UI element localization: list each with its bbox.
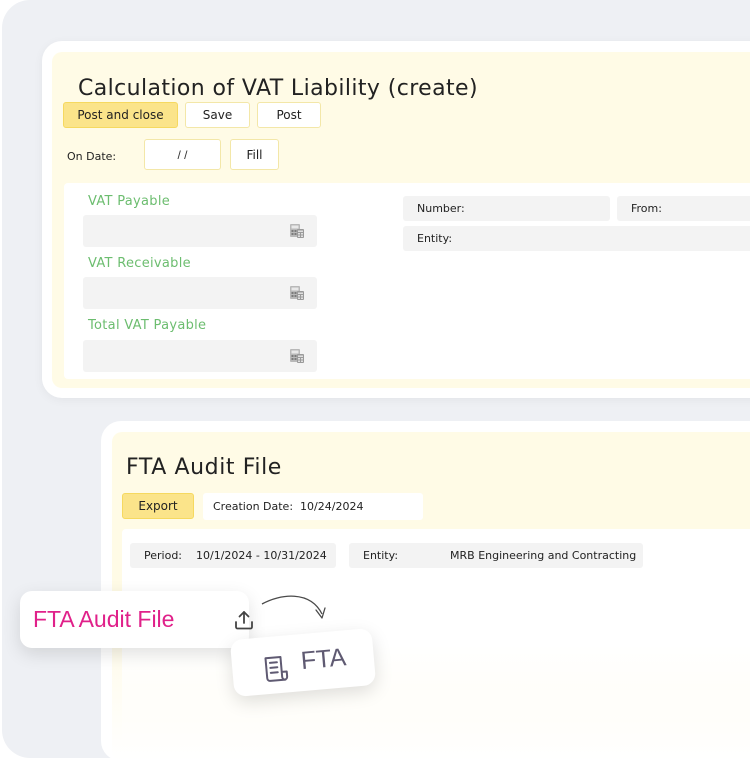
post-and-close-button[interactable]: Post and close bbox=[63, 102, 178, 128]
calculator-icon[interactable] bbox=[289, 285, 305, 301]
on-date-label: On Date: bbox=[67, 150, 117, 163]
fta-audit-file-chip[interactable]: FTA Audit File bbox=[20, 591, 253, 648]
upload-icon[interactable] bbox=[232, 608, 256, 632]
calculator-icon[interactable] bbox=[289, 223, 305, 239]
vat-payable-label: VAT Payable bbox=[88, 194, 171, 209]
fta-chip-label: FTA bbox=[299, 643, 348, 676]
vat-receivable-label: VAT Receivable bbox=[88, 256, 191, 271]
audit-entity-value: MRB Engineering and Contracting bbox=[450, 549, 637, 562]
post-button[interactable]: Post bbox=[257, 102, 321, 128]
period-label: Period: bbox=[144, 549, 183, 562]
number-label: Number: bbox=[417, 202, 465, 215]
vat-form-body: VAT Payable VAT Receivable Total VAT Pay… bbox=[64, 183, 750, 379]
save-button[interactable]: Save bbox=[185, 102, 250, 128]
audit-page-title: FTA Audit File bbox=[126, 455, 282, 480]
audit-entity-label: Entity: bbox=[363, 549, 399, 562]
on-date-input[interactable]: / / bbox=[144, 139, 221, 170]
curved-arrow-icon bbox=[261, 595, 326, 619]
entity-label: Entity: bbox=[417, 232, 453, 245]
vat-liability-window: Calculation of VAT Liability (create) Po… bbox=[42, 41, 750, 398]
creation-date-field[interactable]: Creation Date: 10/24/2024 bbox=[203, 493, 423, 520]
total-vat-payable-field[interactable] bbox=[83, 340, 317, 372]
entity-field[interactable]: Entity: bbox=[403, 226, 750, 251]
export-button[interactable]: Export bbox=[122, 493, 194, 519]
audit-entity-field[interactable]: Entity: MRB Engineering and Contracting bbox=[349, 543, 643, 568]
period-value: 10/1/2024 - 10/31/2024 bbox=[196, 549, 327, 562]
creation-date-label: Creation Date: bbox=[213, 500, 294, 513]
vat-liability-form: Calculation of VAT Liability (create) Po… bbox=[52, 52, 750, 388]
fta-audit-file-chip-label: FTA Audit File bbox=[33, 606, 175, 632]
from-label: From: bbox=[631, 202, 662, 215]
creation-date-value: 10/24/2024 bbox=[300, 500, 364, 513]
total-vat-payable-label: Total VAT Payable bbox=[88, 318, 207, 333]
from-field[interactable]: From: bbox=[617, 196, 750, 221]
page-title: Calculation of VAT Liability (create) bbox=[78, 76, 478, 101]
vat-receivable-field[interactable] bbox=[83, 277, 317, 309]
document-icon bbox=[264, 655, 289, 682]
vat-payable-field[interactable] bbox=[83, 215, 317, 247]
number-field[interactable]: Number: bbox=[403, 196, 610, 221]
calculator-icon[interactable] bbox=[289, 348, 305, 364]
period-field[interactable]: Period: 10/1/2024 - 10/31/2024 bbox=[130, 543, 336, 568]
fill-button[interactable]: Fill bbox=[230, 139, 279, 170]
